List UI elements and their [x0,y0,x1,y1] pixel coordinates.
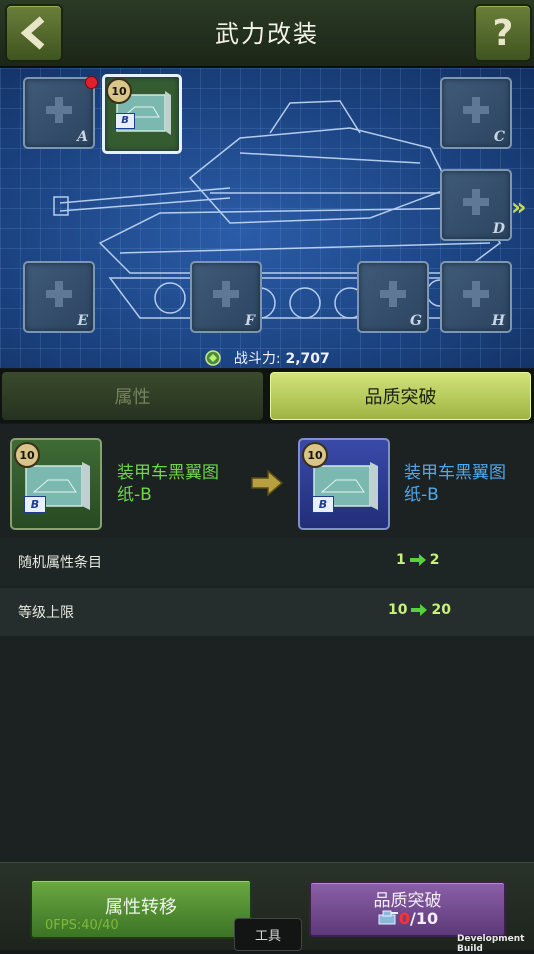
help-button[interactable]: ? [474,4,532,62]
green-arrow-icon [409,554,426,566]
grade-badge: B [312,496,334,513]
cost-display: 0/10 [311,909,504,928]
combat-power: 战斗力: 2,707 [205,348,425,368]
slot-a[interactable]: A [23,77,95,149]
fps-counter: 0FPS:40/40 [45,918,119,933]
stat-value: 10 20 [388,602,451,618]
next-page-arrow-icon[interactable]: » [511,193,527,221]
level-badge: 10 [106,78,132,104]
slot-letter: D [492,221,505,237]
upgraded-item-icon: B 10 [298,438,390,530]
upgraded-item-name: 装甲车黑翼图 纸-B [404,463,506,505]
plus-icon [463,97,489,123]
stat-label: 等级上限 [18,605,74,621]
plus-icon [46,281,72,307]
slot-letter: F [245,313,255,329]
current-item-name: 装甲车黑翼图 纸-B [117,463,219,505]
slot-f[interactable]: F [190,261,262,333]
page-title: 武力改装 [215,20,319,48]
back-button[interactable] [5,4,63,62]
slot-letter: G [410,313,422,329]
help-icon: ? [492,12,514,54]
plus-icon [46,97,72,123]
tab-attributes[interactable]: 属性 [2,372,263,420]
power-gem-icon [205,350,221,366]
notification-dot [85,76,98,89]
slot-letter: E [77,313,88,329]
quality-breakthrough-button[interactable]: 品质突破 0/10 [309,881,506,937]
tools-button[interactable]: 工具 [234,918,302,951]
tab-bar: 属性 品质突破 [0,369,534,423]
stat-row: 等级上限 10 20 [0,588,534,636]
slot-d[interactable]: D [440,169,512,241]
green-arrow-icon [411,604,428,616]
slot-g[interactable]: G [357,261,429,333]
grade-badge: B [115,113,135,129]
plus-icon [213,281,239,307]
plus-icon [463,189,489,215]
slot-b-selected[interactable]: B 10 [102,74,182,154]
stat-label: 随机属性条目 [18,555,102,571]
slot-letter: H [491,313,505,329]
slot-letter: C [493,129,505,145]
upgrade-arrow-icon [251,470,284,496]
current-item-icon: B 10 [10,438,102,530]
slot-e[interactable]: E [23,261,95,333]
plus-icon [380,281,406,307]
chevron-left-icon [20,16,45,50]
stat-value: 12 [396,552,440,568]
power-label: 战斗力: [233,351,281,367]
breakthrough-panel: B 10 装甲车黑翼图 纸-B B 10 装甲车黑翼图 纸-B 随机属性条目 1… [0,424,534,864]
slot-c[interactable]: C [440,77,512,149]
tank-part-icon [378,910,398,925]
level-badge: 10 [14,442,40,468]
power-value: 2,707 [285,351,330,367]
level-badge: 10 [302,442,328,468]
grade-badge: B [24,496,46,513]
tab-quality-breakthrough[interactable]: 品质突破 [270,372,531,420]
stat-row: 随机属性条目 12 [0,538,534,586]
slot-letter: A [77,129,88,145]
dev-build-label: Development Build [457,934,525,954]
plus-icon [463,281,489,307]
slot-h[interactable]: H [440,261,512,333]
